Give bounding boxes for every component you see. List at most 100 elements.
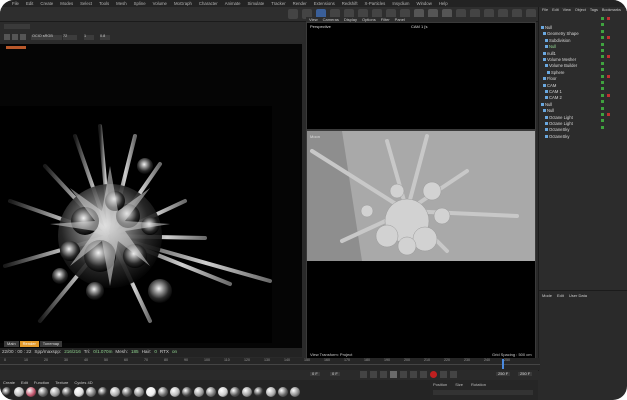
material-swatch[interactable]	[14, 387, 24, 397]
menu-item-help[interactable]: Help	[439, 1, 448, 6]
visibility-check-icon[interactable]	[601, 100, 604, 104]
visibility-check-icon[interactable]	[601, 42, 604, 46]
refresh-icon[interactable]	[20, 34, 26, 40]
object-name[interactable]: OctaneSky	[549, 134, 569, 139]
object-tree-row[interactable]: Geometry Shape	[539, 22, 627, 36]
visibility-check-icon[interactable]	[601, 17, 604, 20]
menu-item-character[interactable]: Character	[199, 1, 218, 6]
material-swatch[interactable]	[230, 387, 240, 397]
tag-icon[interactable]	[607, 93, 610, 97]
prev-frame-icon[interactable]	[380, 371, 387, 378]
viewport-bottom[interactable]: Moon View Transform: Project Grid Spacin…	[306, 130, 536, 359]
material-swatch[interactable]	[50, 387, 60, 397]
visibility-check-icon[interactable]	[601, 81, 604, 84]
visibility-check-icon[interactable]	[601, 36, 604, 40]
object-tree-row[interactable]: Null	[539, 35, 627, 49]
material-swatch[interactable]	[38, 387, 48, 397]
menu-item-render[interactable]: Render	[293, 1, 307, 6]
menu-item-create[interactable]: Create	[40, 1, 53, 6]
attribute-menu-edit[interactable]: Edit	[557, 294, 564, 298]
menu-item-file[interactable]: File	[12, 1, 19, 6]
material-swatch[interactable]	[74, 387, 84, 397]
menu-item-window[interactable]: Window	[417, 1, 432, 6]
visibility-check-icon[interactable]	[601, 113, 604, 116]
material-menu-cycles-4d[interactable]: Cycles 4D	[74, 381, 92, 385]
material-swatch[interactable]	[170, 387, 180, 397]
tab-tonemap[interactable]: Tonemap	[39, 341, 63, 347]
menu-item-simulate[interactable]: Simulate	[248, 1, 265, 6]
visibility-check-icon[interactable]	[601, 119, 604, 123]
material-menu-function[interactable]: Function	[34, 381, 49, 385]
material-swatch[interactable]	[122, 387, 132, 397]
keyframe-selection-icon[interactable]	[450, 371, 457, 378]
tag-icon[interactable]	[607, 113, 610, 116]
material-swatch[interactable]	[254, 387, 264, 397]
menu-item-mograph[interactable]: MoGraph	[174, 1, 192, 6]
material-swatch[interactable]	[110, 387, 120, 397]
material-swatch[interactable]	[182, 387, 192, 397]
material-swatch[interactable]	[218, 387, 228, 397]
visibility-check-icon[interactable]	[601, 106, 604, 110]
gamma-field[interactable]: 0.8	[100, 34, 110, 40]
menu-item-animate[interactable]: Animate	[225, 1, 241, 6]
zoom-field[interactable]: 72	[63, 34, 77, 40]
tab-render[interactable]: Render	[19, 341, 39, 347]
object-manager-menu-edit[interactable]: Edit	[552, 8, 559, 13]
menu-item-extensions[interactable]: Extensions	[314, 1, 335, 6]
menu-item-tools[interactable]: Tools	[99, 1, 109, 6]
object-tree-row[interactable]: CAM 2	[539, 86, 627, 100]
last-frame-icon[interactable]	[420, 371, 427, 378]
visibility-check-icon[interactable]	[601, 23, 604, 27]
tag-icon[interactable]	[607, 55, 610, 59]
material-swatch[interactable]	[86, 387, 96, 397]
timeline-playhead[interactable]	[502, 359, 504, 369]
visibility-check-icon[interactable]	[601, 125, 604, 129]
visibility-check-icon[interactable]	[601, 68, 604, 72]
material-swatch[interactable]	[266, 387, 276, 397]
record-key-icon[interactable]	[430, 371, 437, 378]
color-space-dropdown[interactable]: OCIO sRGB	[31, 34, 62, 40]
object-tree-row[interactable]: Volume Mesher	[539, 48, 627, 62]
timeline[interactable]: 0 10 20 30 40 50 60 70 80 90 100 110 120 130 140 150 160…	[0, 358, 540, 370]
preview-end-field[interactable]: 250 F	[518, 372, 533, 376]
menu-item-x-particles[interactable]: X-Particles	[365, 1, 386, 6]
object-manager-menu-view[interactable]: View	[563, 8, 571, 13]
object-manager-menu-file[interactable]: File	[542, 8, 548, 13]
tag-icon[interactable]	[607, 36, 610, 40]
start-render-icon[interactable]	[4, 34, 10, 40]
object-manager-menu-object[interactable]: Object	[575, 8, 586, 13]
object-tree-row[interactable]: Octane Light	[539, 112, 627, 126]
stop-render-icon[interactable]	[12, 34, 18, 40]
autokey-icon[interactable]	[440, 371, 447, 378]
object-tree-row[interactable]: null1	[539, 42, 627, 56]
material-swatch[interactable]	[26, 387, 36, 397]
menu-item-spline[interactable]: Spline	[134, 1, 146, 6]
end-frame-field[interactable]: 250 F	[496, 372, 511, 376]
menu-item-select[interactable]: Select	[80, 1, 92, 6]
menu-item-insydium[interactable]: Insydium	[392, 1, 409, 6]
next-frame-icon[interactable]	[400, 371, 407, 378]
material-menu-edit[interactable]: Edit	[21, 381, 28, 385]
visibility-check-icon[interactable]	[601, 93, 604, 97]
material-menu-texture[interactable]: Texture	[55, 381, 68, 385]
object-tree-row[interactable]: CAM 1	[539, 80, 627, 94]
material-menu-create[interactable]: Create	[3, 381, 15, 385]
material-swatch[interactable]	[278, 387, 288, 397]
first-frame-icon[interactable]	[360, 371, 367, 378]
object-tree-row[interactable]: Null	[539, 16, 627, 30]
material-swatch[interactable]	[62, 387, 72, 397]
object-tree-row[interactable]: Subdivision	[539, 29, 627, 43]
material-swatch[interactable]	[194, 387, 204, 397]
menu-item-edit[interactable]: Edit	[26, 1, 33, 6]
object-tree-row[interactable]: OctaneSky	[539, 125, 627, 139]
object-tree-row[interactable]: Floor	[539, 67, 627, 81]
menu-item-tracker[interactable]: Tracker	[271, 1, 285, 6]
material-swatch[interactable]	[98, 387, 108, 397]
tag-icon[interactable]	[607, 74, 610, 78]
object-manager-menu-tags[interactable]: Tags	[590, 8, 598, 13]
attribute-menu-user-data[interactable]: User Data	[569, 294, 587, 298]
material-swatch[interactable]	[134, 387, 144, 397]
object-tree-row[interactable]: OctaneSky	[539, 118, 627, 132]
start-frame-field[interactable]: 0 F	[310, 372, 320, 376]
material-swatch[interactable]	[146, 387, 156, 397]
